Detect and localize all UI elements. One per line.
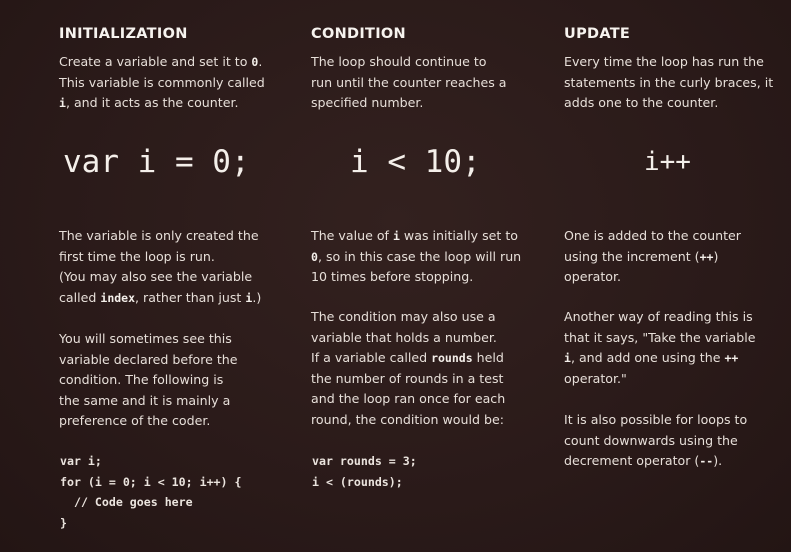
- update-intro: Every time the loop has run the statement…: [564, 52, 773, 114]
- inline-code: i: [564, 351, 571, 365]
- text-run: (You may also see the variable: [59, 269, 253, 284]
- text-run: statements in the curly braces, it: [564, 74, 774, 90]
- condition-intro: The loop should continue to run until the…: [311, 52, 506, 114]
- text-run: .: [258, 54, 263, 69]
- text-run: If a variable called: [311, 350, 432, 365]
- text-run: .): [252, 289, 262, 305]
- text-run: the number of rounds in a test: [311, 370, 504, 386]
- text-run: ): [713, 248, 719, 264]
- text-run: called: [59, 289, 101, 305]
- text-run: and the loop ran once for each: [311, 391, 506, 406]
- text-run: operator.": [564, 370, 627, 386]
- text-run: operator.: [564, 269, 622, 284]
- inline-code: i: [392, 229, 400, 243]
- update-reading-note: Another way of reading this is that it sa…: [564, 307, 756, 389]
- condition-rounds-note: The condition may also use a variable tha…: [311, 307, 505, 430]
- update-code-statement: i++: [644, 147, 691, 177]
- text-run: adds one to the counter.: [564, 95, 719, 110]
- initialization-explanation: The variable is only created the first ti…: [59, 226, 261, 308]
- text-run: run until the counter reaches a: [311, 74, 507, 90]
- text-run: count downwards using the: [564, 432, 738, 448]
- inline-code: rounds: [431, 351, 473, 365]
- initialization-code-example: var i; for (i = 0; i < 10; i++) { // Cod…: [60, 454, 242, 530]
- text-run: The condition may also use a: [311, 309, 496, 324]
- text-run: condition. The following is: [59, 372, 224, 387]
- text-run: One is added to the counter: [564, 228, 741, 243]
- condition-code-example: var rounds = 3; i < (rounds);: [312, 454, 417, 489]
- text-run: This variable is commonly called: [59, 74, 265, 90]
- text-run: It is also possible for loops to: [564, 412, 748, 427]
- text-run: 10 times before stopping.: [311, 269, 474, 284]
- text-run: , so in this case the loop will run: [317, 248, 522, 264]
- text-run: decrement operator (: [564, 453, 700, 468]
- update-decrement-note: It is also possible for loops to count do…: [564, 410, 747, 472]
- text-run: variable that holds a number.: [311, 329, 497, 345]
- text-run: specified number.: [311, 95, 424, 110]
- inline-code: ++: [724, 351, 739, 365]
- inline-code: --: [699, 454, 714, 468]
- condition-heading: CONDITION: [311, 26, 406, 42]
- text-run: the same and it is mainly a: [59, 392, 231, 408]
- text-run: ).: [713, 453, 723, 468]
- text-run: The variable is only created the: [59, 228, 259, 243]
- text-run: The value of: [311, 228, 393, 243]
- initialization-code-statement: var i = 0;: [63, 144, 250, 180]
- inline-code: index: [100, 290, 136, 305]
- text-run: , and add one using the: [570, 350, 725, 365]
- text-run: , rather than just: [135, 289, 246, 305]
- inline-code: ++: [699, 249, 714, 264]
- text-run: Another way of reading this is: [564, 309, 753, 324]
- text-run: You will sometimes see this: [59, 331, 232, 346]
- text-run: round, the condition would be:: [311, 411, 504, 427]
- text-run: that it says, "Take the variable: [564, 329, 756, 345]
- text-run: Create a variable and set it to: [59, 54, 252, 69]
- text-run: first time the loop is run.: [59, 248, 215, 264]
- update-heading: UPDATE: [564, 26, 631, 42]
- text-run: The loop should continue to: [311, 54, 487, 69]
- text-run: variable declared before the: [59, 351, 238, 367]
- update-explanation: One is added to the counter using the inc…: [564, 226, 741, 288]
- text-run: using the increment (: [564, 248, 700, 264]
- condition-explanation: The value of i was initially set to 0, so…: [311, 226, 521, 288]
- text-run: , and it acts as the counter.: [65, 95, 239, 110]
- initialization-intro: Create a variable and set it to 0. This v…: [59, 52, 265, 114]
- initialization-declared-before-note: You will sometimes see this variable decl…: [59, 329, 238, 432]
- text-run: was initially set to: [399, 228, 518, 243]
- condition-code-statement: i < 10;: [350, 144, 481, 180]
- text-run: preference of the coder.: [59, 413, 211, 428]
- text-run: held: [472, 350, 504, 365]
- inline-code: 0: [311, 249, 318, 264]
- initialization-heading: INITIALIZATION: [59, 26, 188, 42]
- inline-code: i: [59, 96, 66, 110]
- text-run: Every time the loop has run the: [564, 54, 764, 69]
